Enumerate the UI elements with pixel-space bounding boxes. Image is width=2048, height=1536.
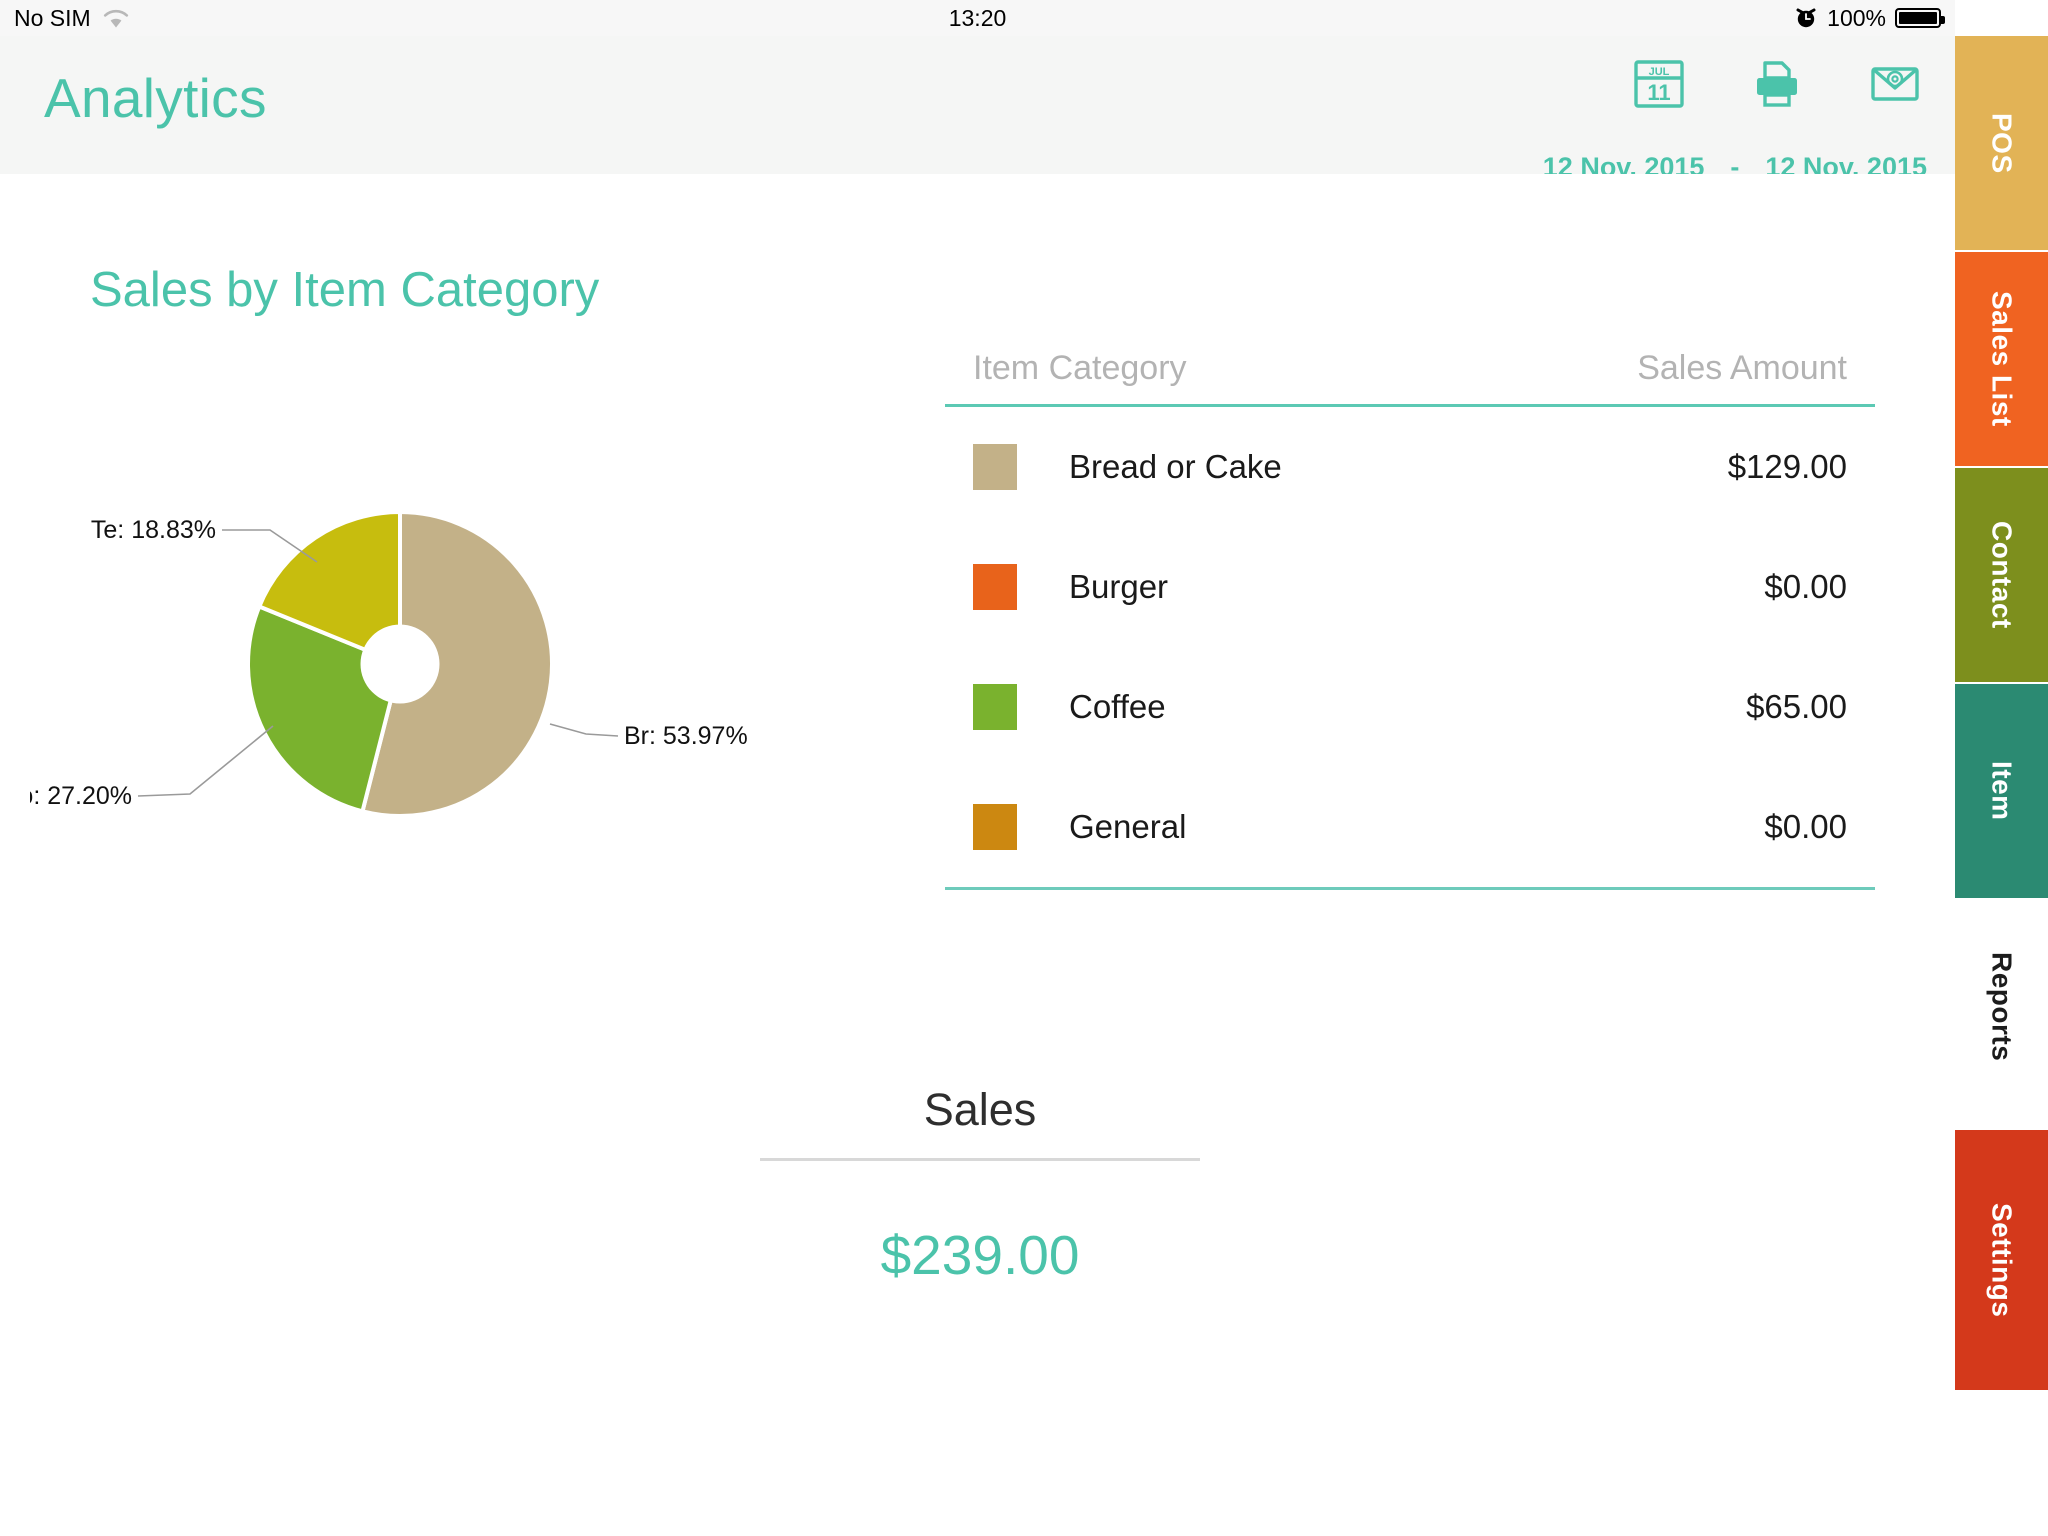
ios-status-bar: No SIM 13:20 100% xyxy=(0,0,1955,36)
app-header: Analytics JUL 11 12 Nov, 2015 - 12 Nov, … xyxy=(0,36,1955,182)
header-toolbar: JUL 11 xyxy=(1627,52,1927,114)
alarm-icon xyxy=(1796,8,1816,28)
category-color-swatch xyxy=(973,564,1017,610)
table-header-row: Item Category Sales Amount xyxy=(945,349,1875,404)
sidebar-tab-item[interactable]: Item xyxy=(1955,684,2048,898)
sales-by-category-chart: Br: 53.97% Co: 27.20% Te: 18.83% xyxy=(30,334,950,894)
pie-label-bread: Br: 53.97% xyxy=(624,722,748,750)
sidebar-tab-settings[interactable]: Settings xyxy=(1955,1130,2048,1390)
table-row[interactable]: Burger $0.00 xyxy=(945,527,1875,647)
sidebar-tabs: POS Sales List Contact Item Reports Sett… xyxy=(1955,0,2048,1536)
sidebar-tab-pos[interactable]: POS xyxy=(1955,36,2048,250)
category-color-swatch xyxy=(973,804,1017,850)
sidebar-tab-label: POS xyxy=(1986,112,2018,174)
column-header-item-category: Item Category xyxy=(973,349,1187,387)
sidebar-tab-label: Sales List xyxy=(1986,291,2018,427)
email-button[interactable] xyxy=(1863,52,1927,114)
column-header-sales-amount: Sales Amount xyxy=(1637,349,1847,387)
pie-label-tea: Te: 18.83% xyxy=(91,516,216,544)
category-color-swatch xyxy=(973,444,1017,490)
section-title: Sales by Item Category xyxy=(90,263,600,317)
row-category-label: Bread or Cake xyxy=(1069,448,1282,485)
email-icon xyxy=(1871,67,1919,101)
pie-label-coffee: Co: 27.20% xyxy=(30,782,132,810)
row-category-label: Coffee xyxy=(1069,688,1166,725)
sidebar-tab-label: Reports xyxy=(1986,952,2018,1062)
table-row[interactable]: General $0.00 xyxy=(945,767,1875,887)
category-color-swatch xyxy=(973,684,1017,730)
table-row[interactable]: Bread or Cake $129.00 xyxy=(945,407,1875,527)
print-button[interactable] xyxy=(1745,52,1809,114)
sidebar-tab-sales-list[interactable]: Sales List xyxy=(1955,252,2048,466)
print-icon xyxy=(1757,61,1797,107)
row-amount-value: $129.00 xyxy=(1727,448,1847,485)
donut-slices xyxy=(246,509,554,818)
sidebar-tab-reports[interactable]: Reports xyxy=(1955,900,2048,1114)
calendar-month-text: JUL xyxy=(1649,66,1670,78)
battery-full-icon xyxy=(1895,8,1945,28)
battery-percent-label: 100% xyxy=(1827,4,1886,31)
sales-total-label: Sales xyxy=(923,1084,1037,1135)
row-amount-value: $0.00 xyxy=(1764,568,1847,605)
calendar-icon: JUL 11 xyxy=(1634,60,1684,108)
analytics-screen: No SIM 13:20 100% Analytics JUL 11 12 No… xyxy=(0,0,2048,1536)
leader-line-coffee xyxy=(137,725,274,797)
row-category-label: Burger xyxy=(1069,568,1169,605)
status-bar-right: 100% xyxy=(1794,0,1945,36)
status-bar-clock: 13:20 xyxy=(948,4,1007,31)
sidebar-tab-label: Settings xyxy=(1986,1202,2018,1318)
table-bottom-rule xyxy=(945,887,1875,890)
sidebar-tab-contact[interactable]: Contact xyxy=(1955,468,2048,682)
table-body: Bread or Cake $129.00 Burger $0.00 Coffe… xyxy=(945,407,1875,887)
sidebar-tab-label: Item xyxy=(1986,761,2018,821)
calendar-button[interactable]: JUL 11 xyxy=(1627,52,1691,114)
donut-hole xyxy=(360,624,440,704)
sales-total-block: Sales $239.00 xyxy=(760,1084,1200,1287)
main-content: Sales by Item Category Br: 53.97%: 27.2… xyxy=(0,174,1955,1536)
page-title: Analytics xyxy=(44,67,267,129)
sales-total-value: $239.00 xyxy=(880,1224,1080,1286)
sidebar-tab-label: Contact xyxy=(1986,521,2018,629)
row-amount-value: $0.00 xyxy=(1764,808,1847,845)
row-amount-value: $65.00 xyxy=(1746,688,1847,725)
sales-total-divider xyxy=(760,1158,1200,1161)
row-category-label: General xyxy=(1069,808,1187,845)
category-sales-table: Item Category Sales Amount Bread or Cake… xyxy=(945,349,1875,890)
table-row[interactable]: Coffee $65.00 xyxy=(945,647,1875,767)
leader-line-bread xyxy=(549,723,619,737)
donut-chart-svg: Br: 53.97% Co: 27.20% Te: 18.83% xyxy=(30,509,748,818)
calendar-day-text: 11 xyxy=(1647,80,1670,105)
